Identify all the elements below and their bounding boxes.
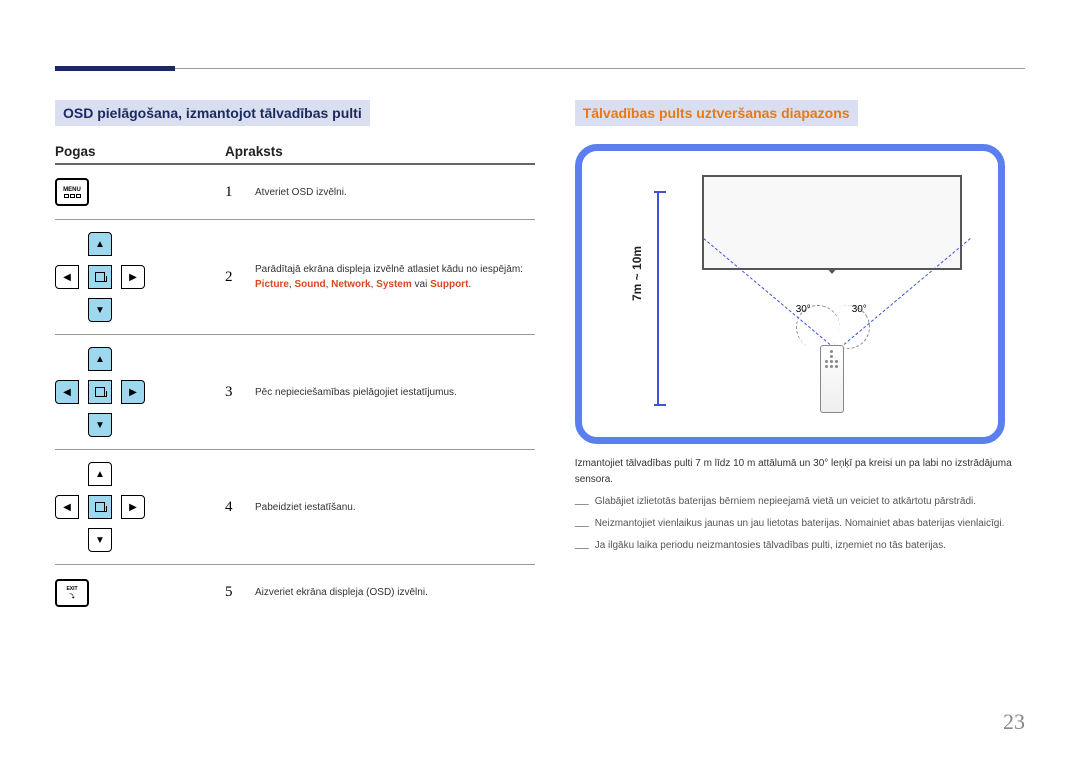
row-number: 5 (225, 584, 255, 601)
dpad-down: ▼ (88, 413, 112, 437)
table-header: Pogas Apraksts (55, 144, 535, 165)
distance-label: 7m ~ 10m (630, 246, 644, 301)
note-dash: — (575, 496, 589, 510)
dpad-center (88, 380, 112, 404)
dpad-icon: ▲ ▼ ◀ ▶ (55, 347, 145, 437)
note-dash: — (575, 540, 589, 554)
note-text: Glabājiet izlietotās baterijas bērniem n… (595, 496, 976, 510)
th-desc: Apraksts (225, 144, 535, 159)
dpad-icon: ▲ ▼ ◀ ▶ (55, 232, 145, 322)
range-diagram: 7m ~ 10m 30° 30° (575, 144, 1005, 444)
angle-left: 30° (796, 304, 811, 315)
left-column: OSD pielāgošana, izmantojot tālvadības p… (55, 100, 535, 620)
note-text: Ja ilgāku laika periodu neizmantosies tā… (595, 540, 946, 554)
dpad-up: ▲ (88, 347, 112, 371)
note-dash: — (575, 518, 589, 532)
right-column: Tālvadības pults uztveršanas diapazons 7… (575, 100, 1025, 620)
table-row: ▲ ▼ ◀ ▶ 2 Parādītajā ekrāna displeja izvēln… (55, 220, 535, 335)
dpad-center (88, 265, 112, 289)
note-text: Neizmantojiet vienlaikus jaunas un jau l… (595, 518, 1005, 532)
row-number: 3 (225, 384, 255, 401)
dpad-right: ▶ (121, 265, 145, 289)
row-icon: MENU (55, 178, 225, 206)
dpad-icon: ▲ ▼ ◀ ▶ (55, 462, 145, 552)
distance-line (657, 191, 659, 406)
header-accent (55, 66, 175, 71)
note-item: — Ja ilgāku laika periodu neizmantosies t… (575, 540, 1025, 554)
row-desc: Atveriet OSD izvēlni. (255, 185, 535, 200)
remote-icon (820, 345, 844, 413)
right-title: Tālvadības pults uztveršanas diapazons (575, 100, 858, 126)
menu-button-icon: MENU (55, 178, 89, 206)
row-desc: Parādītajā ekrāna displeja izvēlnē atlas… (255, 262, 535, 292)
dpad-left: ◀ (55, 380, 79, 404)
dpad-left: ◀ (55, 495, 79, 519)
table-row: ▲ ▼ ◀ ▶ 3 Pēc nepieciešamības pielāgojiet i… (55, 335, 535, 450)
dpad-down: ▼ (88, 298, 112, 322)
header-rule (55, 68, 1025, 69)
page-number: 23 (1003, 709, 1025, 735)
dpad-up: ▲ (88, 232, 112, 256)
dpad-right: ▶ (121, 380, 145, 404)
dpad-right: ▶ (121, 495, 145, 519)
note-item: — Glabājiet izlietotās baterijas bērniem … (575, 496, 1025, 510)
row-icon: ▲ ▼ ◀ ▶ (55, 232, 225, 322)
dpad-down: ▼ (88, 528, 112, 552)
row-desc: Pabeidziet iestatīšanu. (255, 500, 535, 515)
content-area: OSD pielāgošana, izmantojot tālvadības p… (55, 100, 1025, 620)
left-title: OSD pielāgošana, izmantojot tālvadības p… (55, 100, 370, 126)
row-number: 4 (225, 499, 255, 516)
row-number: 2 (225, 269, 255, 286)
row-icon: ▲ ▼ ◀ ▶ (55, 462, 225, 552)
table-row: EXIT⤵ 5 Aizveriet ekrāna displeja (OSD) … (55, 565, 535, 620)
row-desc: Aizveriet ekrāna displeja (OSD) izvēlni. (255, 585, 535, 600)
row-icon: ▲ ▼ ◀ ▶ (55, 347, 225, 437)
right-body: Izmantojiet tālvadības pulti 7 m līdz 10… (575, 456, 1025, 488)
tv-icon (702, 175, 962, 270)
dpad-center (88, 495, 112, 519)
row-desc: Pēc nepieciešamības pielāgojiet iestatīj… (255, 385, 535, 400)
table-row: ▲ ▼ ◀ ▶ 4 Pabeidziet iestatīšanu. (55, 450, 535, 565)
note-item: — Neizmantojiet vienlaikus jaunas un jau … (575, 518, 1025, 532)
th-buttons: Pogas (55, 144, 225, 159)
exit-button-icon: EXIT⤵ (55, 579, 89, 607)
row-icon: EXIT⤵ (55, 579, 225, 607)
dpad-left: ◀ (55, 265, 79, 289)
table-row: MENU 1 Atveriet OSD izvēlni. (55, 165, 535, 220)
dpad-up: ▲ (88, 462, 112, 486)
angle-right: 30° (852, 304, 867, 315)
row-number: 1 (225, 184, 255, 201)
